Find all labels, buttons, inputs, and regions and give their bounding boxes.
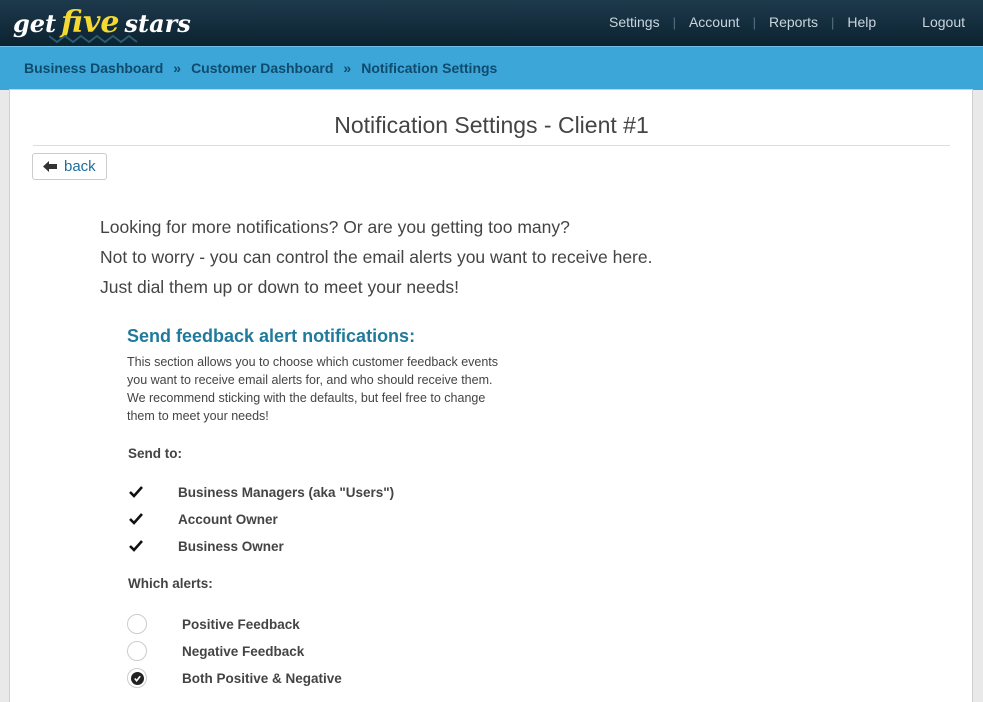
description-line: We recommend sticking with the defaults,… <box>127 391 486 405</box>
nav-settings-link[interactable]: Settings <box>609 14 660 30</box>
breadcrumb: Business Dashboard » Customer Dashboard … <box>24 60 497 76</box>
checkbox-business-managers[interactable] <box>128 484 144 500</box>
content-panel: Notification Settings - Client #1 back L… <box>9 89 973 702</box>
radio-selected-dot <box>130 671 144 685</box>
back-button[interactable]: back <box>32 153 107 180</box>
nav-logout-link[interactable]: Logout <box>922 14 965 30</box>
alert-negative-feedback[interactable]: Negative Feedback <box>127 641 304 661</box>
breadcrumb-separator: » <box>343 60 352 76</box>
radio-negative-feedback[interactable] <box>127 641 147 661</box>
top-nav-links: Settings | Account | Reports | Help Logo… <box>609 14 965 30</box>
recipient-label: Business Owner <box>178 538 284 554</box>
checkbox-business-owner[interactable] <box>128 538 144 554</box>
intro-line: Not to worry - you can control the email… <box>100 247 653 267</box>
recipient-business-managers[interactable]: Business Managers (aka "Users") <box>128 484 394 500</box>
recipient-business-owner[interactable]: Business Owner <box>128 538 284 554</box>
intro-line: Looking for more notifications? Or are y… <box>100 217 570 237</box>
back-button-label: back <box>64 158 96 175</box>
breadcrumb-business-dashboard[interactable]: Business Dashboard <box>24 60 163 76</box>
checkmark-icon <box>129 513 143 525</box>
breadcrumb-notification-settings[interactable]: Notification Settings <box>361 60 497 76</box>
alert-both-feedback[interactable]: Both Positive & Negative <box>127 668 342 688</box>
checkbox-account-owner[interactable] <box>128 511 144 527</box>
brand-logo[interactable]: get five stars <box>13 5 191 44</box>
arrow-left-icon <box>43 161 57 172</box>
nav-account-link[interactable]: Account <box>689 14 740 30</box>
feedback-section-title: Send feedback alert notifications: <box>127 326 416 346</box>
description-line: you want to receive email alerts for, an… <box>127 373 493 387</box>
breadcrumb-bar: Business Dashboard » Customer Dashboard … <box>0 46 983 90</box>
recipient-label: Account Owner <box>178 511 278 527</box>
logo-zigzag-icon <box>49 34 138 44</box>
nav-separator: | <box>672 14 676 30</box>
recipient-account-owner[interactable]: Account Owner <box>128 511 278 527</box>
alert-label: Negative Feedback <box>182 643 305 659</box>
description-line: This section allows you to choose which … <box>127 355 499 369</box>
radio-positive-feedback[interactable] <box>127 614 147 634</box>
alert-positive-feedback[interactable]: Positive Feedback <box>127 614 300 634</box>
page-title: Notification Settings - Client #1 <box>33 112 950 146</box>
nav-separator: | <box>830 14 835 30</box>
intro-line: Just dial them up or down to meet your n… <box>100 277 459 297</box>
nav-reports-link[interactable]: Reports <box>769 14 818 30</box>
checkmark-icon <box>133 675 141 682</box>
alert-label: Positive Feedback <box>182 616 300 632</box>
description-line: them to meet your needs! <box>127 409 269 423</box>
recipient-label: Business Managers (aka "Users") <box>178 484 395 500</box>
checkmark-icon <box>129 486 143 498</box>
nav-separator: | <box>752 14 756 30</box>
which-alerts-label: Which alerts: <box>128 576 213 591</box>
feedback-section-description: This section allows you to choose which … <box>127 353 537 425</box>
breadcrumb-customer-dashboard[interactable]: Customer Dashboard <box>191 60 333 76</box>
intro-text: Looking for more notifications? Or are y… <box>100 212 652 302</box>
nav-help-link[interactable]: Help <box>847 14 876 30</box>
radio-both-feedback[interactable] <box>127 668 147 688</box>
top-navbar: get five stars Settings | Account | Repo… <box>0 0 983 46</box>
send-to-label: Send to: <box>128 446 182 461</box>
checkmark-icon <box>129 540 143 552</box>
breadcrumb-separator: » <box>173 60 182 76</box>
alert-label: Both Positive & Negative <box>182 670 342 686</box>
